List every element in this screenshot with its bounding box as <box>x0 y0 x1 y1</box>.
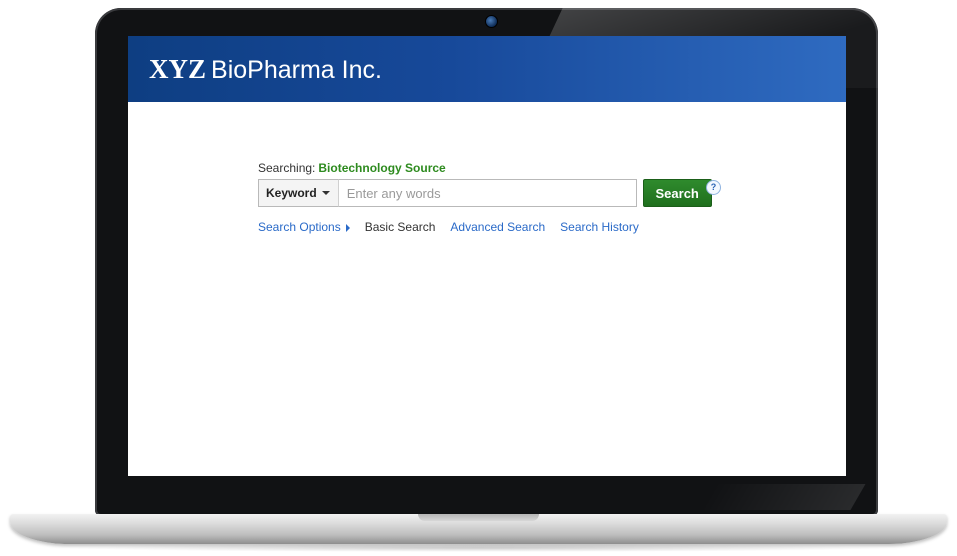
searching-line: Searching: Biotechnology Source <box>258 161 446 175</box>
bezel-reflection <box>700 484 866 510</box>
basic-search-link[interactable]: Basic Search <box>365 220 436 234</box>
chevron-down-icon <box>321 191 330 195</box>
database-link[interactable]: Biotechnology Source <box>318 161 445 175</box>
help-icon[interactable]: ? <box>706 180 721 195</box>
search-field-label: Keyword <box>266 186 317 200</box>
header-bar: XYZ BioPharma Inc. <box>128 36 846 102</box>
search-history-link[interactable]: Search History <box>560 220 639 234</box>
laptop-hinge-notch <box>418 514 539 521</box>
search-button[interactable]: Search <box>642 179 712 207</box>
triangle-right-icon <box>345 223 350 232</box>
search-bar: Keyword Search <box>258 179 712 207</box>
logo-text: BioPharma Inc. <box>211 56 382 84</box>
searching-label: Searching: <box>258 161 316 175</box>
logo-mark: XYZ <box>149 54 207 84</box>
search-mode-links: Search Options Basic Search Advanced Sea… <box>258 220 639 234</box>
advanced-search-link[interactable]: Advanced Search <box>450 220 545 234</box>
webcam-icon <box>485 15 498 28</box>
search-options-link[interactable]: Search Options <box>258 220 350 234</box>
search-field-select[interactable]: Keyword <box>258 179 339 207</box>
laptop-shadow <box>60 544 897 552</box>
search-input[interactable] <box>338 179 637 207</box>
laptop-mockup: XYZ BioPharma Inc. Searching: Biotechnolog… <box>0 0 957 556</box>
company-logo[interactable]: XYZ BioPharma Inc. <box>149 54 382 85</box>
screen: XYZ BioPharma Inc. Searching: Biotechnolog… <box>128 36 846 476</box>
search-options-label: Search Options <box>258 220 341 234</box>
